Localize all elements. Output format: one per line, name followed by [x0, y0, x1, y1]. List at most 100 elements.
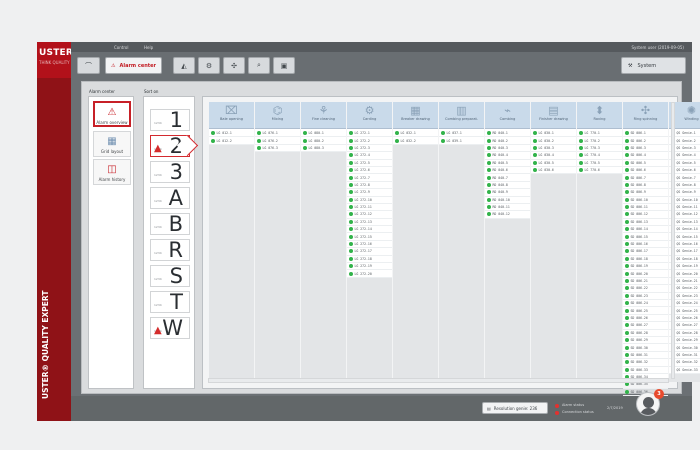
machine-item[interactable]: LG 032-1 — [393, 130, 438, 138]
machine-item[interactable]: SD 006-26 — [623, 315, 668, 323]
machine-item[interactable]: LG 272-15 — [347, 233, 392, 241]
machine-item[interactable]: SD 006-10 — [623, 197, 668, 204]
vertical-scrollbar[interactable] — [671, 102, 675, 379]
process-column-header[interactable]: ▥ Combing preparat. — [439, 102, 484, 129]
machine-item[interactable]: SD 006-3 — [623, 145, 668, 153]
machine-item[interactable]: LG 272-5 — [347, 160, 392, 167]
machine-item[interactable]: SD 006-4 — [623, 152, 668, 160]
machine-item[interactable]: LG 272-8 — [347, 182, 392, 190]
machine-item[interactable]: LG 272-3 — [347, 145, 392, 153]
machine-item[interactable]: SD 006-7 — [623, 174, 668, 182]
machine-item[interactable]: LG 080-1 — [301, 130, 346, 138]
machine-item[interactable]: SD 006-20 — [623, 270, 668, 278]
machine-item[interactable]: LG 030-4 — [531, 152, 576, 160]
machine-item[interactable]: SD 006-14 — [623, 226, 668, 234]
machine-item[interactable]: LG 272-17 — [347, 248, 392, 256]
horizontal-scrollbar[interactable] — [208, 378, 669, 383]
machine-item[interactable]: LG 770-5 — [577, 160, 622, 167]
machine-item[interactable]: LG 272-4 — [347, 152, 392, 160]
cleaning-button[interactable]: ✣ — [223, 57, 245, 74]
process-column-header[interactable]: ⌁ Combing — [485, 102, 530, 129]
machine-item[interactable]: LG 770-3 — [577, 145, 622, 153]
machine-item[interactable]: LG 272-14 — [347, 226, 392, 234]
nav-alarm-overview[interactable]: ⚠ Alarm overview — [93, 101, 131, 127]
machine-item[interactable]: LG 272-16 — [347, 241, 392, 249]
machine-item[interactable]: LG 076-3 — [255, 145, 300, 153]
machine-item[interactable]: RD 040-4 — [485, 152, 530, 160]
machine-item[interactable]: RD 040-9 — [485, 189, 530, 197]
sort-card[interactable]: 1234 1 — [150, 109, 190, 131]
process-column-header[interactable]: ▦ Breaker drawing — [393, 102, 438, 129]
machine-item[interactable]: LG 272-7 — [347, 174, 392, 182]
machine-item[interactable]: SD 006-11 — [623, 204, 668, 212]
machine-item[interactable]: SD 006-27 — [623, 322, 668, 330]
cotton-bale-button[interactable]: ◭ — [173, 57, 195, 74]
process-column-header[interactable]: ⚙ Carding — [347, 102, 392, 129]
machine-item[interactable]: RD 040-10 — [485, 197, 530, 204]
process-column-header[interactable]: ⚘ Fine cleaning — [301, 102, 346, 129]
process-column-header[interactable]: ▤ Finisher drawing — [531, 102, 576, 129]
machine-item[interactable]: RD 040-7 — [485, 174, 530, 182]
machine-item[interactable]: SD 006-9 — [623, 189, 668, 197]
machine-item[interactable]: LG 076-1 — [255, 130, 300, 138]
machine-item[interactable]: LG 272-6 — [347, 167, 392, 175]
resolution-button[interactable]: ▤ Resolution genie: 236 — [482, 402, 548, 414]
machine-item[interactable]: LG 272-19 — [347, 263, 392, 271]
machine-item[interactable]: LG 012-2 — [209, 137, 254, 145]
machine-item[interactable]: RD 040-12 — [485, 211, 530, 219]
system-button[interactable]: ⚒ System — [621, 57, 686, 74]
machine-item[interactable]: SD 006-22 — [623, 285, 668, 293]
machine-item[interactable]: LG 770-2 — [577, 137, 622, 145]
process-column-header[interactable]: ⌬ Mixing — [255, 102, 300, 129]
process-column-header[interactable]: ⬍ Roving — [577, 102, 622, 129]
machine-item[interactable]: SD 006-8 — [623, 182, 668, 190]
machine-item[interactable]: LG 037-1 — [439, 130, 484, 138]
machine-item[interactable]: LG 012-1 — [209, 130, 254, 138]
machine-item[interactable]: RD 040-3 — [485, 145, 530, 153]
sort-card[interactable]: 1234 S — [150, 265, 190, 287]
machine-item[interactable]: SD 006-2 — [623, 137, 668, 145]
machine-item[interactable]: SD 006-32 — [623, 359, 668, 367]
machine-item[interactable]: SD 006-21 — [623, 278, 668, 286]
machine-item[interactable]: SD 006-19 — [623, 263, 668, 271]
machine-item[interactable]: LG 030-1 — [531, 130, 576, 138]
machine-item[interactable]: LG 030-6 — [531, 167, 576, 175]
mixing-button[interactable]: ⚙ — [198, 57, 220, 74]
machine-item[interactable]: LG 272-9 — [347, 189, 392, 197]
machine-item[interactable]: SD 006-33 — [623, 367, 668, 374]
sort-card[interactable]: 1234 ▲ W — [150, 317, 190, 339]
machine-item[interactable]: SD 006-5 — [623, 160, 668, 167]
machine-item[interactable]: LG 272-10 — [347, 197, 392, 204]
machine-item[interactable]: LG 272-20 — [347, 270, 392, 278]
machine-item[interactable]: RD 040-1 — [485, 130, 530, 138]
machine-item[interactable]: LG 272-11 — [347, 204, 392, 212]
machine-item[interactable]: SD 006-24 — [623, 300, 668, 308]
sort-card[interactable]: 1234 A — [150, 187, 190, 209]
machine-item[interactable]: SD 006-15 — [623, 233, 668, 241]
alarm-center-button[interactable]: ⚠ Alarm center — [105, 57, 162, 74]
machine-item[interactable]: SD 006-28 — [623, 330, 668, 337]
speed-button[interactable]: ⌒ — [77, 57, 100, 74]
sort-card[interactable]: 1234 ▲ 2 — [150, 135, 190, 157]
machine-item[interactable]: LG 770-1 — [577, 130, 622, 138]
machine-item[interactable]: SD 006-31 — [623, 352, 668, 360]
machine-item[interactable]: LG 080-2 — [301, 137, 346, 145]
machine-item[interactable]: SD 006-29 — [623, 337, 668, 345]
menu-item-help[interactable]: Help — [144, 45, 153, 50]
machine-item[interactable]: LG 032-2 — [393, 137, 438, 145]
menu-item-control[interactable]: Control — [114, 45, 128, 50]
machine-item[interactable]: LG 039-1 — [439, 137, 484, 145]
reports-button[interactable]: ▣ — [273, 57, 295, 74]
machine-item[interactable]: SD 006-25 — [623, 307, 668, 315]
machine-item[interactable]: SD 006-16 — [623, 241, 668, 249]
nav-alarm-history[interactable]: ◫ Alarm history — [93, 159, 131, 185]
tools-button[interactable]: ⌕ — [248, 57, 270, 74]
machine-item[interactable]: RD 040-11 — [485, 204, 530, 212]
sort-card[interactable]: 1234 R — [150, 239, 190, 261]
machine-item[interactable]: SD 006-12 — [623, 211, 668, 219]
machine-item[interactable]: SD 006-18 — [623, 256, 668, 264]
machine-item[interactable]: SD 006-30 — [623, 344, 668, 352]
machine-item[interactable]: SD 006-23 — [623, 293, 668, 300]
machine-item[interactable]: SD 006-1 — [623, 130, 668, 138]
machine-item[interactable]: LG 770-4 — [577, 152, 622, 160]
